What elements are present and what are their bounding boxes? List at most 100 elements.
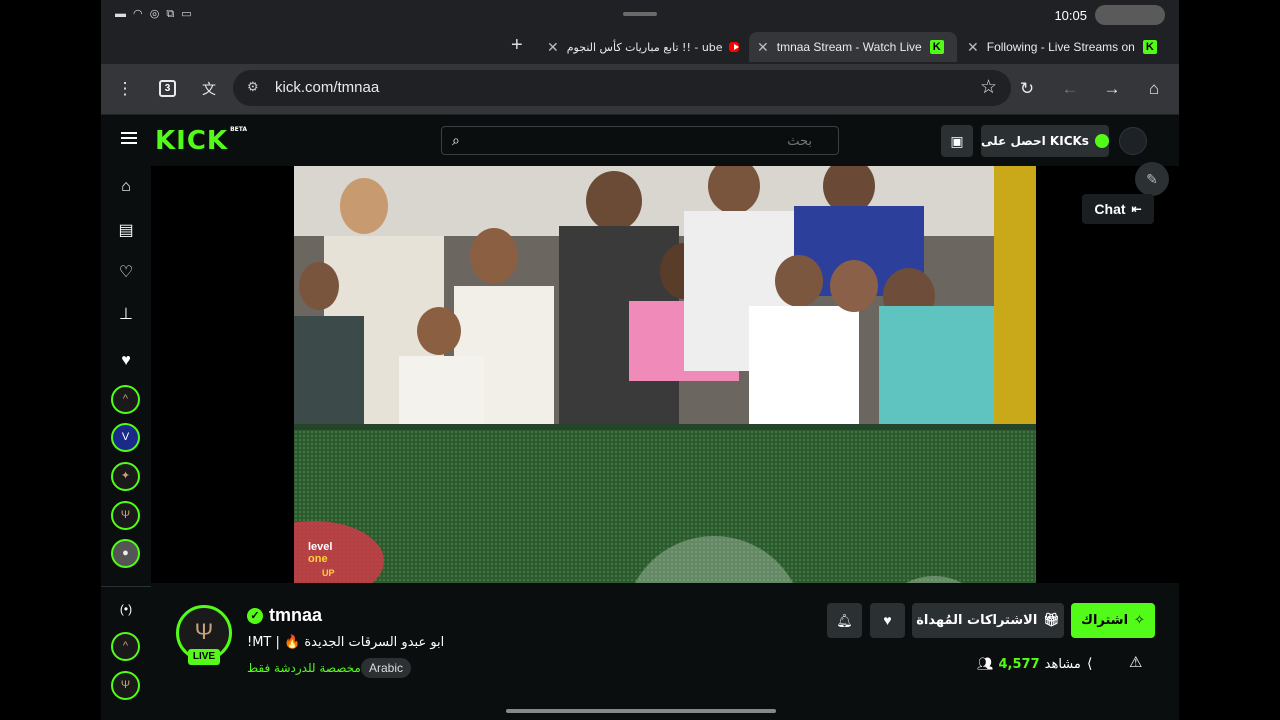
clock: 10:05 bbox=[1054, 7, 1087, 23]
chat-toggle-button[interactable]: Chat ⇤ bbox=[1082, 194, 1154, 224]
search-input[interactable] bbox=[472, 131, 812, 151]
new-tab-button[interactable]: + bbox=[511, 34, 523, 57]
site-settings-icon[interactable]: ⚙ bbox=[247, 79, 259, 95]
verified-badge-icon: ✓ bbox=[247, 607, 263, 624]
report-warning-icon[interactable]: ⚠ bbox=[1129, 653, 1142, 671]
channel-name[interactable]: tmnaa bbox=[269, 605, 322, 626]
channel-avatar-icon: V bbox=[121, 431, 130, 443]
tab-title: تابع مباريات كأس النجوم !! - ube bbox=[566, 40, 723, 54]
sidebar-channel[interactable]: ● bbox=[111, 539, 140, 568]
reload-icon[interactable]: ↻ bbox=[1015, 77, 1039, 101]
sidebar-channel[interactable]: V bbox=[111, 423, 140, 452]
tab-youtube[interactable]: ✕ تابع مباريات كأس النجوم !! - ube bbox=[539, 32, 747, 62]
live-broadcast-icon[interactable]: (•) bbox=[115, 602, 137, 624]
browser-window: ▬ ◠ ◎ ⧉ ▭ 10:05 ✕ Following - Live Strea… bbox=[101, 0, 1179, 720]
tab-tmnaa[interactable]: ✕ tmnaa Stream - Watch Live K bbox=[749, 32, 957, 62]
sidebar-channel[interactable]: ✦ bbox=[111, 462, 140, 491]
youtube-favicon-icon bbox=[728, 42, 739, 52]
home-indicator[interactable] bbox=[506, 709, 776, 713]
viewers-icon: 👥︎ bbox=[977, 657, 994, 672]
home-icon[interactable]: ⌂ bbox=[1142, 77, 1166, 101]
app-pill bbox=[1095, 5, 1165, 25]
sidebar-divider bbox=[101, 586, 151, 587]
channel-avatar-icon: ^ bbox=[122, 640, 129, 652]
search-box[interactable]: ⌕ bbox=[441, 126, 839, 155]
status-icons: ▬ ◠ ◎ ⧉ ▭ bbox=[115, 8, 194, 20]
left-sidebar: ⌂ ▤ ♡ ⊥ ♥ ^ V ✦ Ψ ● (•) ^ Ψ bbox=[101, 166, 151, 720]
get-kicks-label: احصل على KICKs bbox=[981, 134, 1089, 148]
channel-avatar-icon: ✦ bbox=[120, 470, 131, 482]
translate-icon[interactable]: 文 bbox=[197, 77, 221, 101]
svg-text:UP: UP bbox=[322, 568, 335, 578]
gift-subs-label: الاشتراكات المُهداة bbox=[916, 613, 1038, 628]
channel-avatar-icon: ^ bbox=[122, 393, 129, 405]
chat-expand-icon: ⇤ bbox=[1131, 202, 1142, 216]
sidebar-channel[interactable]: ^ bbox=[111, 385, 140, 414]
gift-icon: 🎁︎ bbox=[1043, 613, 1060, 628]
address-bar[interactable]: ⚙ kick.com/tmnaa ☆ bbox=[233, 70, 1011, 106]
get-kicks-button[interactable]: احصل على KICKs bbox=[981, 125, 1109, 157]
heart-icon: ♥ bbox=[883, 612, 892, 628]
home-icon[interactable]: ⌂ bbox=[115, 178, 137, 200]
tab-title: tmnaa Stream - Watch Live bbox=[776, 40, 922, 54]
follow-heart-button[interactable]: ♥ bbox=[870, 603, 905, 638]
channel-avatar-icon: Ψ bbox=[120, 679, 131, 691]
sidebar-channel[interactable]: ^ bbox=[111, 632, 140, 661]
close-tab-icon[interactable]: ✕ bbox=[757, 39, 769, 56]
status-right: 10:05 bbox=[1054, 5, 1165, 25]
favorites-heart-icon[interactable]: ♥ bbox=[115, 352, 137, 374]
beta-badge: BETA bbox=[230, 126, 248, 133]
tab-strip: ✕ Following - Live Streams on K ✕ tmnaa … bbox=[101, 28, 1179, 64]
bell-icon: 🔔︎ bbox=[836, 613, 853, 628]
video-player[interactable]: level one UP bbox=[294, 166, 1036, 583]
url-text: kick.com/tmnaa bbox=[275, 79, 380, 96]
tab-switcher-button[interactable]: 3 bbox=[159, 80, 176, 97]
share-icon[interactable]: ⟨ bbox=[1087, 655, 1092, 672]
stream-video-frame: level one UP bbox=[294, 166, 1036, 583]
channel-avatar-icon: ● bbox=[122, 547, 129, 559]
live-badge: LIVE bbox=[188, 649, 220, 665]
kick-favicon-icon: K bbox=[1142, 40, 1157, 54]
store-button[interactable]: ▣ bbox=[941, 125, 973, 157]
close-tab-icon[interactable]: ✕ bbox=[547, 39, 559, 56]
sidebar-channel[interactable]: Ψ bbox=[111, 501, 140, 530]
viewer-count: 👥︎ 4,577 مشاهد bbox=[977, 657, 1081, 672]
tab-title: Following - Live Streams on bbox=[986, 40, 1135, 54]
viewer-number: 4,577 bbox=[998, 657, 1040, 672]
kicks-coin-icon bbox=[1094, 134, 1109, 148]
store-icon: ▣ bbox=[950, 133, 964, 149]
close-tab-icon[interactable]: ✕ bbox=[967, 39, 979, 56]
sidebar-channel[interactable]: Ψ bbox=[111, 671, 140, 700]
channel-info-bar: Ψ LIVE ✓ tmnaa ابو عبدو السرقات الجديدة … bbox=[151, 583, 1179, 720]
edit-pencil-icon[interactable]: ✎ bbox=[1135, 162, 1169, 196]
subscribe-label: اشتراك bbox=[1081, 613, 1129, 628]
bookmark-star-icon[interactable]: ☆ bbox=[980, 76, 997, 99]
notification-bell-button[interactable]: 🔔︎ bbox=[827, 603, 862, 638]
status-bar: ▬ ◠ ◎ ⧉ ▭ 10:05 bbox=[101, 0, 1179, 28]
sparkle-icon: ✧ bbox=[1134, 613, 1145, 628]
tab-following[interactable]: ✕ Following - Live Streams on K bbox=[959, 32, 1171, 62]
clips-icon[interactable]: ⊥ bbox=[115, 304, 137, 326]
kick-logo[interactable]: KICK BETA bbox=[155, 126, 247, 156]
channel-name-row: ✓ tmnaa bbox=[247, 605, 322, 626]
viewer-label: مشاهد bbox=[1044, 657, 1081, 672]
following-icon[interactable]: ♡ bbox=[115, 262, 137, 284]
subscribe-button[interactable]: اشتراك ✧ bbox=[1071, 603, 1155, 638]
multitask-handle[interactable] bbox=[623, 12, 657, 16]
menu-icon[interactable]: ⋮ bbox=[113, 77, 137, 101]
stream-title: ابو عبدو السرقات الجديدة 🔥 | MT! bbox=[247, 635, 445, 650]
back-icon[interactable]: ← bbox=[1058, 77, 1082, 101]
svg-text:level: level bbox=[308, 541, 332, 553]
main-content: level one UP ✎ Chat ⇤ Ψ LIVE ✓ tmnaa ابو… bbox=[151, 162, 1179, 720]
user-avatar[interactable] bbox=[1119, 127, 1147, 155]
gift-subs-button[interactable]: الاشتراكات المُهداة 🎁︎ bbox=[912, 603, 1064, 638]
stream-category[interactable]: مخصصة للدردشة فقط bbox=[247, 661, 361, 675]
hamburger-menu-icon[interactable] bbox=[121, 132, 137, 134]
browse-icon[interactable]: ▤ bbox=[115, 220, 137, 242]
forward-icon[interactable]: → bbox=[1100, 77, 1124, 101]
search-icon: ⌕ bbox=[452, 132, 460, 148]
language-tag[interactable]: Arabic bbox=[361, 658, 412, 678]
chat-label: Chat bbox=[1094, 201, 1126, 217]
svg-text:one: one bbox=[308, 553, 328, 565]
kick-header: KICKBETA ⌕ ▣ احصل على KICKs bbox=[101, 114, 1179, 166]
